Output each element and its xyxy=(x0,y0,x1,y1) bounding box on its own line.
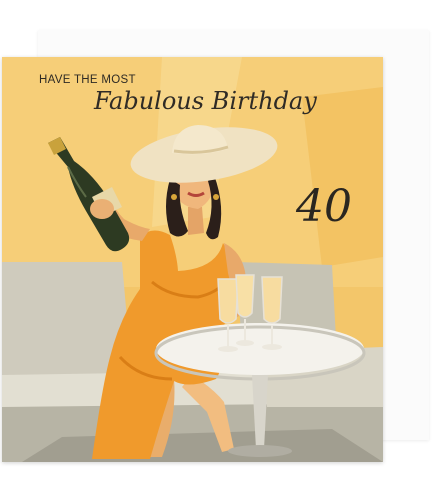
card-illustration xyxy=(2,57,383,462)
neck xyxy=(188,207,204,235)
greeting-card: HAVE THE MOST Fabulous Birthday 40 xyxy=(2,57,383,462)
earring-right xyxy=(213,194,219,200)
card-top-line: HAVE THE MOST xyxy=(39,74,136,86)
product-image: HAVE THE MOST Fabulous Birthday 40 xyxy=(0,0,435,495)
hand xyxy=(90,199,114,219)
card-age-number: 40 xyxy=(296,181,352,232)
card-headline: Fabulous Birthday xyxy=(94,87,317,115)
earring-left xyxy=(171,194,177,200)
